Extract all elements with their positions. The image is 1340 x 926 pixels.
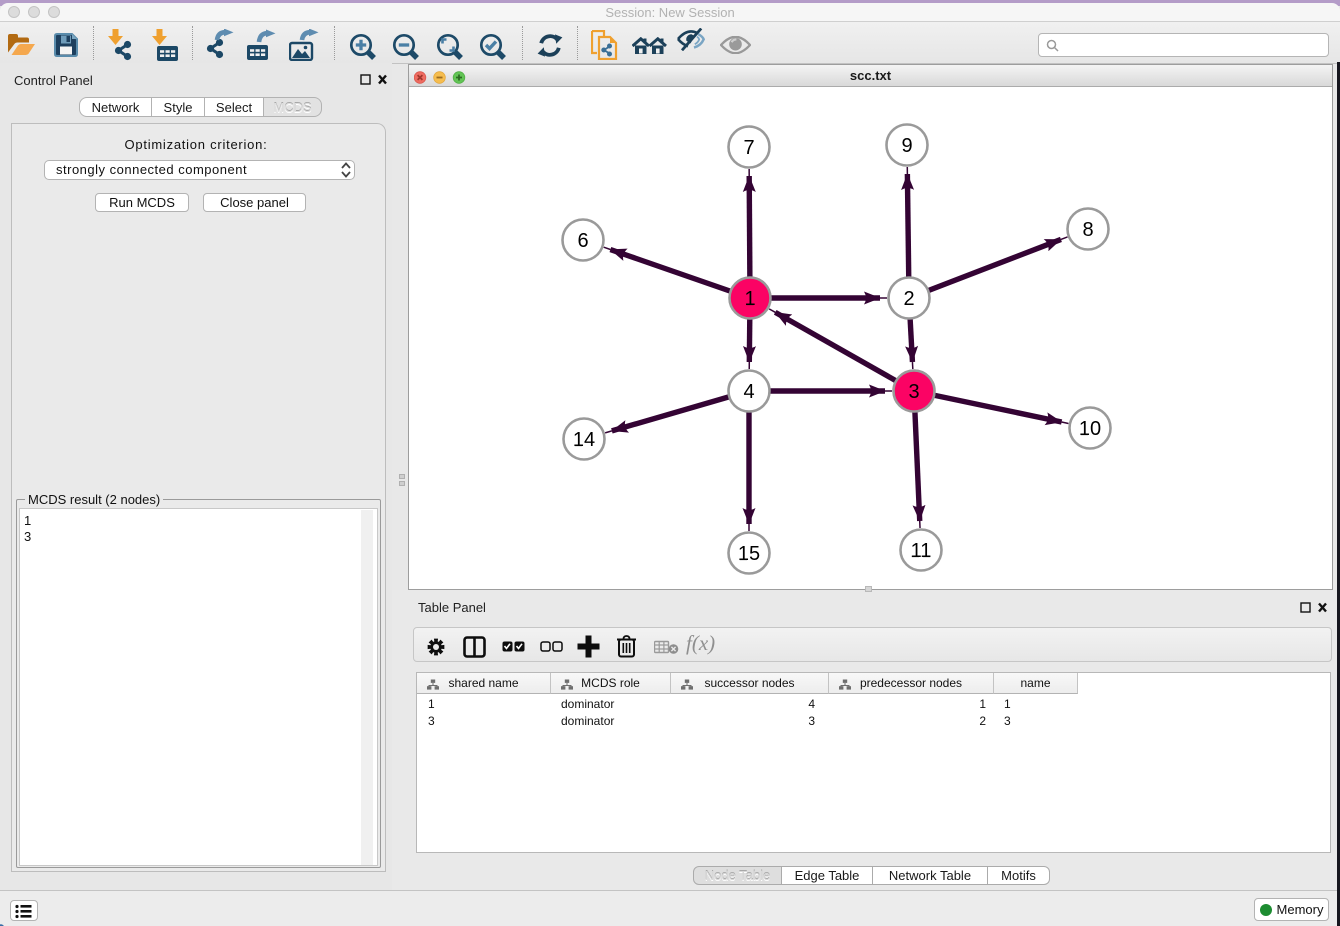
svg-text:14: 14 — [573, 429, 595, 451]
svg-text:6: 6 — [577, 230, 588, 252]
svg-text:8: 8 — [1082, 219, 1093, 241]
svg-text:7: 7 — [743, 137, 754, 159]
svg-text:4: 4 — [743, 381, 754, 403]
svg-text:2: 2 — [903, 288, 914, 310]
svg-text:15: 15 — [738, 543, 760, 565]
svg-text:1: 1 — [744, 288, 755, 310]
svg-text:3: 3 — [908, 381, 919, 403]
svg-text:9: 9 — [901, 135, 912, 157]
svg-text:11: 11 — [911, 540, 932, 562]
svg-text:10: 10 — [1079, 418, 1101, 440]
